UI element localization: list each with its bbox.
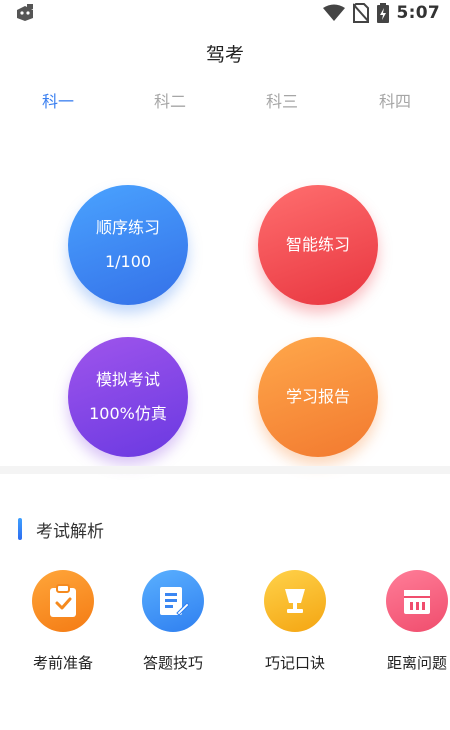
status-right: 5:07: [322, 2, 440, 24]
notepad-pen-icon: [142, 570, 204, 632]
section-divider: [0, 466, 450, 474]
calendar-icon: [386, 570, 448, 632]
study-report-label: 学习报告: [285, 387, 350, 406]
mnemonic-button[interactable]: 巧记口诀: [252, 570, 338, 673]
exam-prep-label: 考前准备: [32, 654, 93, 672]
mock-exam-button[interactable]: 模拟考试 100%仿真: [68, 337, 188, 457]
wifi-icon: [322, 4, 345, 21]
study-report-button[interactable]: 学习报告: [258, 337, 378, 457]
section-accent-bar: [18, 518, 22, 540]
tab-subject-4[interactable]: 科四: [365, 88, 425, 112]
mock-exam-subtitle: 100%仿真: [89, 404, 167, 423]
answer-tips-label: 答题技巧: [142, 654, 203, 672]
notification-app-icon: [17, 4, 33, 21]
no-sim-icon: [352, 3, 369, 23]
section-header: 考试解析: [18, 516, 104, 542]
sequential-practice-progress: 1/100: [104, 252, 152, 271]
tab-subject-2[interactable]: 科二: [140, 88, 200, 112]
section-title: 考试解析: [36, 521, 104, 542]
tab-subject-1[interactable]: 科一: [28, 88, 88, 112]
battery-icon: [376, 3, 389, 23]
mnemonic-label: 巧记口诀: [264, 654, 325, 672]
smart-practice-label: 智能练习: [285, 235, 350, 254]
mock-exam-label: 模拟考试: [95, 370, 160, 389]
exam-prep-button[interactable]: 考前准备: [20, 570, 106, 673]
status-bar: 5:07: [0, 0, 450, 26]
answer-tips-button[interactable]: 答题技巧: [130, 570, 216, 673]
sequential-practice-button[interactable]: 顺序练习 1/100: [68, 185, 188, 305]
clipboard-icon: [32, 570, 94, 632]
status-time: 5:07: [396, 3, 440, 23]
page-title: 驾考: [205, 44, 244, 66]
distance-question-label: 距离问题: [386, 654, 447, 672]
tab-subject-3[interactable]: 科三: [252, 88, 312, 112]
smart-practice-button[interactable]: 智能练习: [258, 185, 378, 305]
subject-tabs: 科一 科二 科三 科四: [0, 88, 450, 116]
lamp-icon: [264, 570, 326, 632]
sequential-practice-label: 顺序练习: [95, 218, 160, 237]
distance-question-button[interactable]: 距离问题: [374, 570, 450, 673]
